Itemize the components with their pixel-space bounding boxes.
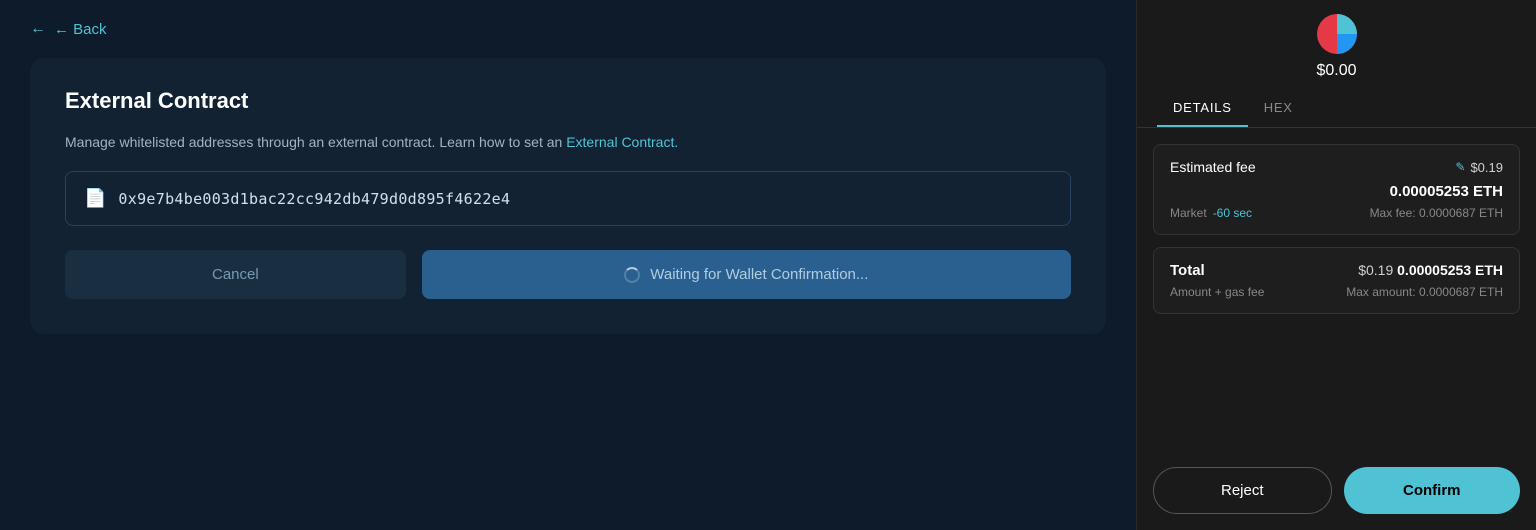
waiting-button[interactable]: Waiting for Wallet Confirmation...	[422, 250, 1071, 299]
fee-usd: ✎ $0.19	[1455, 160, 1503, 175]
fee-section: Estimated fee ✎ $0.19 0.00005253 ETH Mar…	[1153, 144, 1520, 235]
wallet-header: $0.00	[1137, 0, 1536, 80]
cancel-button[interactable]: Cancel	[65, 250, 406, 299]
external-contract-link[interactable]: External Contract.	[566, 134, 678, 150]
fee-label: Estimated fee	[1170, 159, 1256, 175]
back-label: ← Back	[54, 21, 107, 38]
fee-max: Max fee: 0.0000687 ETH	[1370, 206, 1503, 220]
action-buttons: Reject Confirm	[1137, 451, 1536, 530]
left-panel: ← ← Back External Contract Manage whitel…	[0, 0, 1136, 530]
total-sub: Amount + gas fee Max amount: 0.0000687 E…	[1170, 285, 1503, 299]
max-amount-label: Max amount:	[1346, 285, 1415, 299]
max-fee-value: 0.0000687 ETH	[1419, 206, 1503, 220]
card-description: Manage whitelisted addresses through an …	[65, 132, 1071, 153]
reject-button[interactable]: Reject	[1153, 467, 1332, 514]
back-button[interactable]: ← ← Back	[30, 20, 107, 38]
confirm-button[interactable]: Confirm	[1344, 467, 1521, 514]
total-sub-label: Amount + gas fee	[1170, 285, 1264, 299]
contract-card: External Contract Manage whitelisted add…	[30, 58, 1106, 334]
right-panel: $0.00 DETAILS HEX Estimated fee ✎ $0.19 …	[1136, 0, 1536, 530]
max-fee-label: Max fee:	[1370, 206, 1416, 220]
fee-header: Estimated fee ✎ $0.19	[1170, 159, 1503, 175]
max-amount-value: 0.0000687 ETH	[1419, 285, 1503, 299]
total-section: Total $0.19 0.00005253 ETH Amount + gas …	[1153, 247, 1520, 314]
loading-spinner	[624, 267, 640, 283]
total-amount: $0.19 0.00005253 ETH	[1358, 262, 1503, 278]
wallet-balance: $0.00	[1316, 62, 1356, 80]
address-input-wrapper: 📄 0x9e7b4be003d1bac22cc942db479d0d895f46…	[65, 171, 1071, 226]
card-title: External Contract	[65, 88, 1071, 114]
fee-time: -60 sec	[1213, 206, 1252, 220]
waiting-label: Waiting for Wallet Confirmation...	[650, 266, 868, 283]
address-value: 0x9e7b4be003d1bac22cc942db479d0d895f4622…	[118, 190, 510, 208]
fee-meta: Market -60 sec Max fee: 0.0000687 ETH	[1170, 206, 1503, 220]
description-text: Manage whitelisted addresses through an …	[65, 134, 566, 150]
tab-details[interactable]: DETAILS	[1157, 90, 1248, 127]
total-row: Total $0.19 0.00005253 ETH	[1170, 262, 1503, 279]
document-icon: 📄	[84, 188, 106, 209]
card-actions: Cancel Waiting for Wallet Confirmation..…	[65, 250, 1071, 299]
total-eth: 0.00005253 ETH	[1397, 262, 1503, 278]
total-max: Max amount: 0.0000687 ETH	[1346, 285, 1503, 299]
back-arrow-icon: ←	[30, 20, 46, 38]
total-label: Total	[1170, 262, 1205, 279]
fee-usd-value: $0.19	[1470, 160, 1503, 175]
pie-chart-icon	[1313, 10, 1361, 58]
tab-hex[interactable]: HEX	[1248, 90, 1309, 127]
edit-icon[interactable]: ✎	[1455, 160, 1465, 174]
total-usd: $0.19	[1358, 262, 1393, 278]
fee-market: Market -60 sec	[1170, 206, 1252, 220]
market-label: Market	[1170, 206, 1207, 220]
tabs-row: DETAILS HEX	[1137, 90, 1536, 128]
fee-eth: 0.00005253 ETH	[1170, 183, 1503, 200]
